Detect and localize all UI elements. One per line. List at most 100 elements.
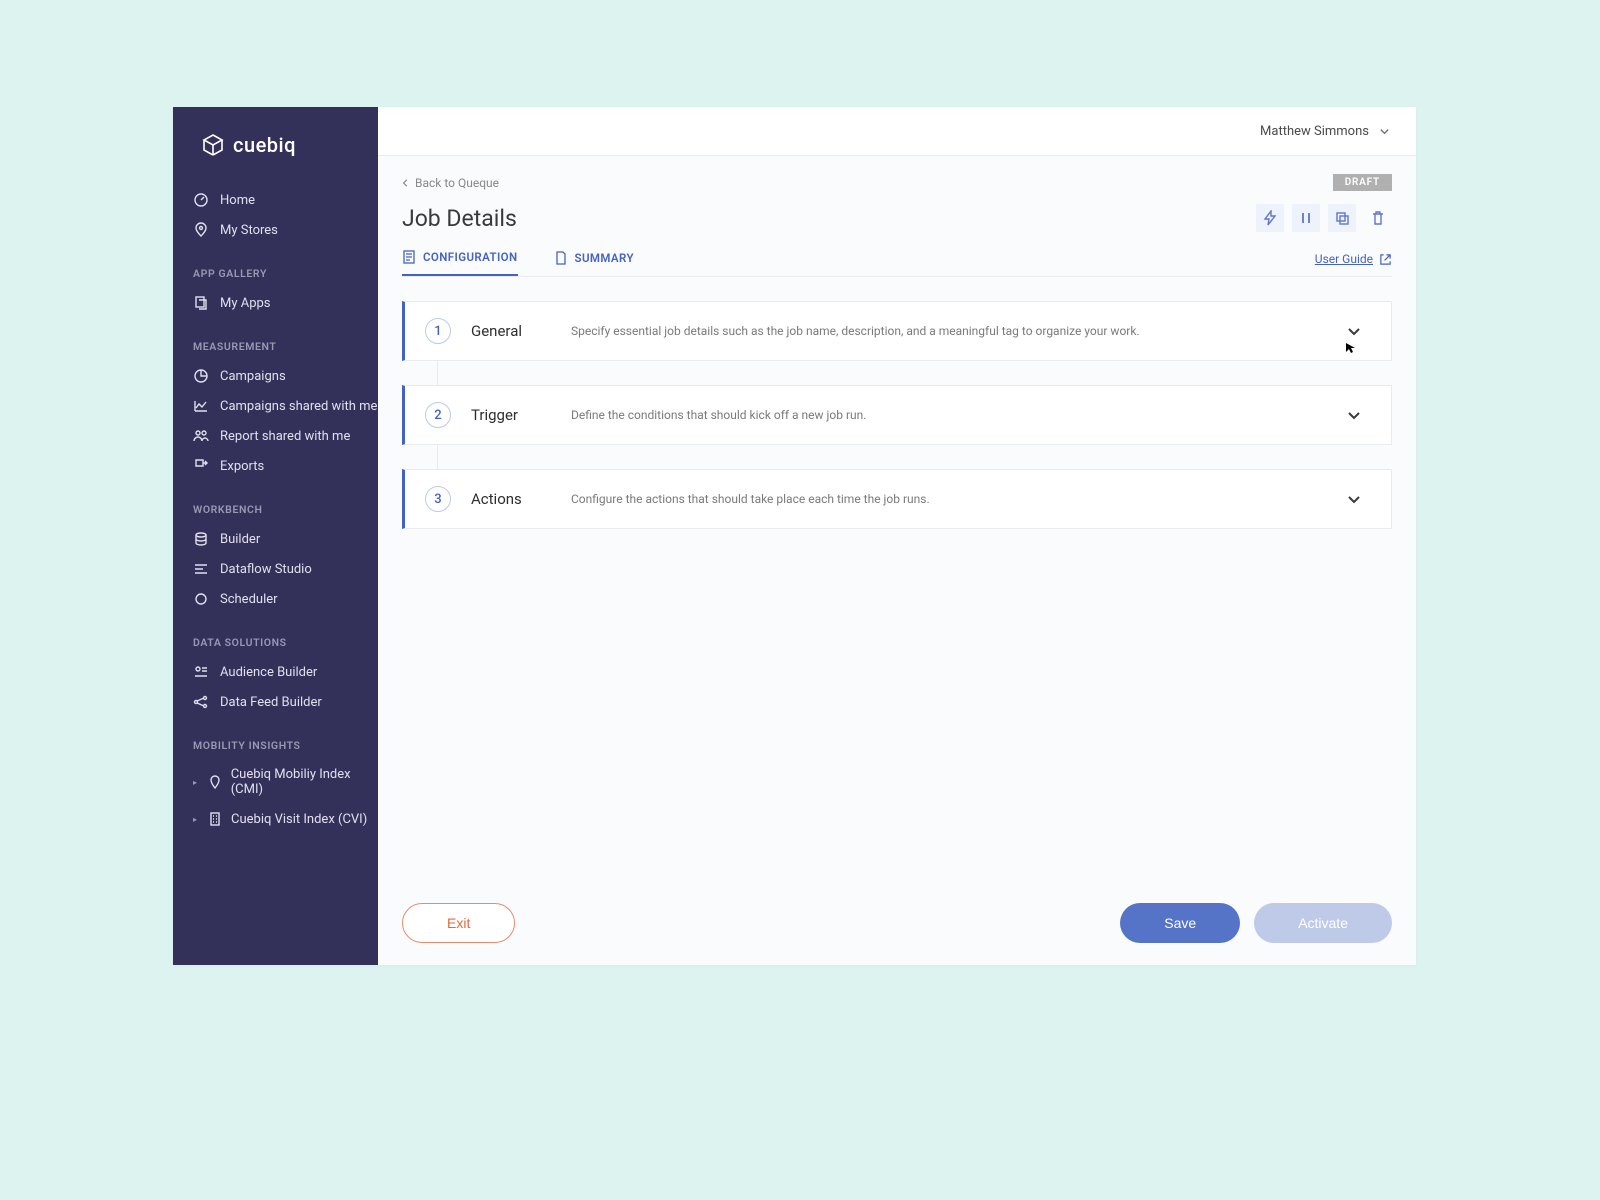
caret-right-icon: ▸ (193, 815, 199, 824)
sidebar-item-audience-builder[interactable]: Audience Builder (173, 657, 378, 687)
step-connector (437, 361, 438, 385)
tab-label: SUMMARY (575, 251, 634, 265)
external-link-icon (1379, 253, 1392, 266)
pause-icon (1298, 210, 1314, 226)
copy-icon (1334, 210, 1350, 226)
bolt-icon (1262, 210, 1278, 226)
bolt-button[interactable] (1256, 204, 1284, 232)
chevron-down-icon[interactable] (1345, 406, 1363, 424)
export-icon (193, 458, 209, 474)
sidebar-heading: WORKBENCH (173, 481, 378, 524)
sidebar-item-scheduler[interactable]: Scheduler (173, 584, 378, 614)
sidebar-item-label: Exports (220, 459, 264, 474)
user-menu[interactable]: Matthew Simmons (1260, 124, 1390, 139)
sidebar-item-report-shared-with-me[interactable]: Report shared with me (173, 421, 378, 451)
sidebar-item-label: My Stores (220, 223, 278, 238)
sidebar-item-label: Scheduler (220, 592, 278, 607)
sidebar-heading: MEASUREMENT (173, 318, 378, 361)
sidebar-item-cuebiq-visit-index-cvi-[interactable]: ▸ Cuebiq Visit Index (CVI) (173, 804, 378, 834)
circle-icon (193, 591, 209, 607)
step-number: 3 (425, 486, 451, 512)
sidebar-item-builder[interactable]: Builder (173, 524, 378, 554)
sidebar-item-dataflow-studio[interactable]: Dataflow Studio (173, 554, 378, 584)
user-guide-link[interactable]: User Guide (1315, 252, 1392, 276)
caret-right-icon: ▸ (193, 778, 199, 787)
trash-icon (1370, 210, 1386, 226)
copy-icon (193, 295, 209, 311)
sidebar-heading: MOBILITY INSIGHTS (173, 717, 378, 760)
cursor-icon (1345, 342, 1357, 354)
sidebar-item-label: Home (220, 193, 255, 208)
chevron-left-icon (402, 179, 410, 187)
sidebar-item-campaigns-shared-with-me[interactable]: Campaigns shared with me (173, 391, 378, 421)
topbar: Matthew Simmons (378, 107, 1416, 156)
network-icon (193, 694, 209, 710)
brand-logo: cuebiq (173, 133, 378, 157)
toolbar (1256, 204, 1392, 232)
pie-icon (193, 368, 209, 384)
sidebar-item-label: Audience Builder (220, 665, 317, 680)
form-icon (402, 250, 416, 264)
sidebar-item-label: Dataflow Studio (220, 562, 312, 577)
sidebar-item-label: Cuebiq Mobiliy Index (CMI) (231, 767, 378, 797)
sidebar-heading: APP GALLERY (173, 245, 378, 288)
exit-button[interactable]: Exit (402, 903, 515, 943)
building-icon (207, 811, 223, 827)
sidebar-item-label: Report shared with me (220, 429, 350, 444)
step-trigger[interactable]: 2 Trigger Define the conditions that sho… (402, 385, 1392, 445)
sidebar-item-label: Campaigns (220, 369, 286, 384)
back-link[interactable]: Back to Queque (402, 156, 1392, 190)
step-title: Actions (471, 490, 571, 508)
sidebar-item-campaigns[interactable]: Campaigns (173, 361, 378, 391)
tabs: CONFIGURATION SUMMARY (402, 250, 634, 276)
duplicate-button[interactable] (1328, 204, 1356, 232)
document-icon (554, 251, 568, 265)
tab-configuration[interactable]: CONFIGURATION (402, 250, 518, 276)
user-guide-label: User Guide (1315, 252, 1373, 266)
people-icon (193, 428, 209, 444)
step-actions[interactable]: 3 Actions Configure the actions that sho… (402, 469, 1392, 529)
sidebar-item-label: Cuebiq Visit Index (CVI) (231, 812, 367, 827)
chevron-down-icon[interactable] (1345, 322, 1363, 340)
chevron-down-icon[interactable] (1345, 490, 1363, 508)
sidebar-item-cuebiq-mobiliy-index-cmi-[interactable]: ▸ Cuebiq Mobiliy Index (CMI) (173, 760, 378, 804)
step-title: General (471, 322, 571, 340)
step-title: Trigger (471, 406, 571, 424)
delete-button[interactable] (1364, 204, 1392, 232)
user-name: Matthew Simmons (1260, 124, 1369, 139)
sidebar-item-my-apps[interactable]: My Apps (173, 288, 378, 318)
sidebar-item-label: Builder (220, 532, 260, 547)
activate-button[interactable]: Activate (1254, 903, 1392, 943)
step-general[interactable]: 1 General Specify essential job details … (402, 301, 1392, 361)
pin2-icon (207, 774, 223, 790)
pause-button[interactable] (1292, 204, 1320, 232)
footer-buttons: Exit Save Activate (402, 903, 1392, 943)
sidebar-item-label: Data Feed Builder (220, 695, 322, 710)
brand-name: cuebiq (233, 133, 296, 157)
lines-icon (193, 561, 209, 577)
chart-icon (193, 398, 209, 414)
sidebar-item-data-feed-builder[interactable]: Data Feed Builder (173, 687, 378, 717)
step-description: Define the conditions that should kick o… (571, 408, 1345, 422)
audience-icon (193, 664, 209, 680)
tab-label: CONFIGURATION (423, 250, 518, 264)
status-badge: DRAFT (1333, 174, 1392, 191)
tab-summary[interactable]: SUMMARY (554, 250, 634, 276)
db-icon (193, 531, 209, 547)
sidebar: cuebiq Home My Stores APP GALLERY My App… (173, 107, 378, 965)
save-button[interactable]: Save (1120, 903, 1240, 943)
page-title: Job Details (402, 205, 517, 232)
steps-accordion: 1 General Specify essential job details … (402, 301, 1392, 529)
sidebar-item-label: Campaigns shared with me (220, 399, 377, 414)
back-link-label: Back to Queque (415, 176, 499, 190)
app-window: cuebiq Home My Stores APP GALLERY My App… (173, 107, 1416, 965)
step-number: 2 (425, 402, 451, 428)
sidebar-item-home[interactable]: Home (173, 185, 378, 215)
sidebar-item-my stores[interactable]: My Stores (173, 215, 378, 245)
page-body: DRAFT Back to Queque Job Details (378, 156, 1416, 965)
main-area: Matthew Simmons DRAFT Back to Queque Job… (378, 107, 1416, 965)
step-number: 1 (425, 318, 451, 344)
sidebar-item-exports[interactable]: Exports (173, 451, 378, 481)
sidebar-heading: DATA SOLUTIONS (173, 614, 378, 657)
step-connector (437, 445, 438, 469)
